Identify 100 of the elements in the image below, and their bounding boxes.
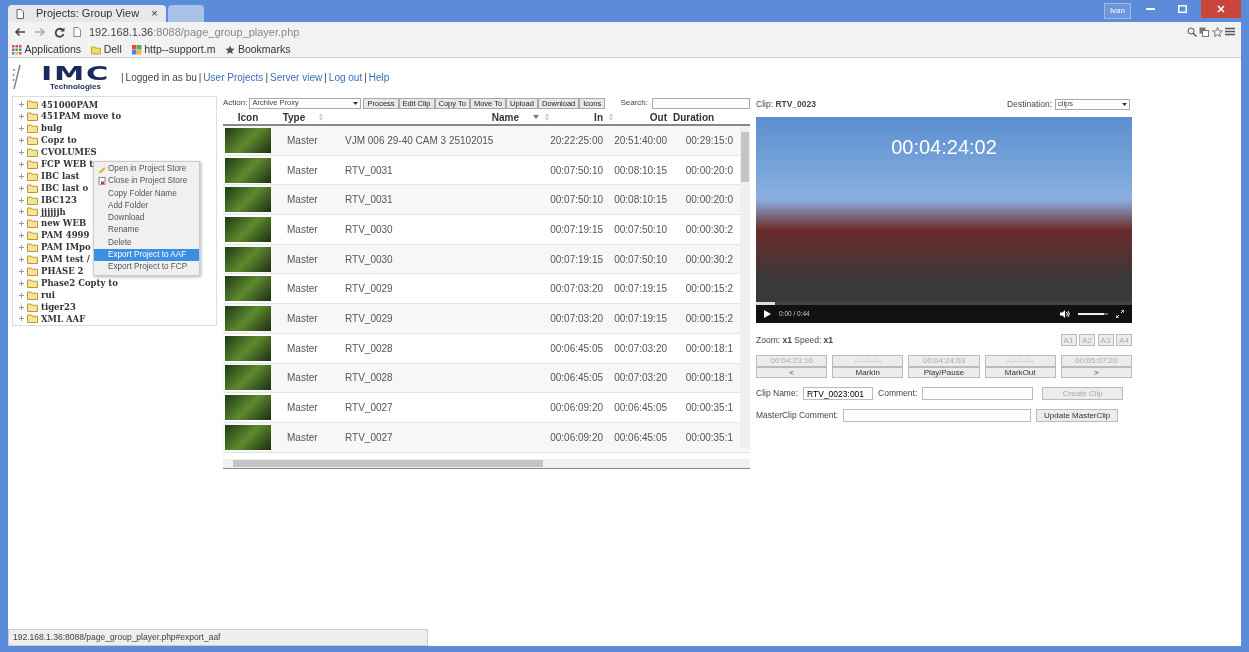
sort-descending-icon[interactable] xyxy=(533,115,539,119)
expand-icon[interactable] xyxy=(19,245,24,251)
column-header[interactable]: Name xyxy=(491,109,519,125)
sort-icon[interactable] xyxy=(319,113,324,121)
header-link[interactable]: Server view xyxy=(270,69,323,85)
header-link[interactable]: Help xyxy=(368,69,390,85)
tree-item[interactable]: bulg xyxy=(41,122,63,136)
column-header[interactable]: Icon xyxy=(237,109,259,125)
video-thumbnail[interactable] xyxy=(225,216,271,242)
menu-item[interactable]: Download xyxy=(94,212,199,225)
zoom-icon[interactable] xyxy=(1186,27,1197,37)
horizontal-scrollbar[interactable] xyxy=(223,459,750,469)
expand-icon[interactable] xyxy=(19,126,24,132)
volume-icon[interactable] xyxy=(1060,310,1070,318)
menu-item[interactable]: Close in Project Store xyxy=(94,175,199,188)
column-header[interactable]: Duration xyxy=(673,109,715,125)
clip-name-field[interactable]: RTV_0023:001 xyxy=(803,387,874,400)
expand-icon[interactable] xyxy=(19,185,24,191)
progress-track[interactable] xyxy=(756,302,1132,305)
column-header[interactable]: Out xyxy=(649,109,667,125)
tree-item[interactable]: IBC last xyxy=(41,169,80,183)
expand-icon[interactable] xyxy=(19,221,24,227)
browser-tab[interactable] xyxy=(167,5,204,22)
column-header[interactable]: Type xyxy=(282,109,306,125)
video-thumbnail[interactable] xyxy=(225,246,271,272)
tree-item[interactable]: rui xyxy=(41,288,55,302)
tree-item[interactable]: IBC123 xyxy=(41,193,77,207)
vertical-scrollbar[interactable] xyxy=(740,126,750,448)
expand-icon[interactable] xyxy=(19,304,24,310)
back-icon[interactable] xyxy=(14,27,26,37)
menu-item[interactable]: Export Project to FCP xyxy=(94,261,199,274)
tree-item[interactable]: PAM IMpo xyxy=(41,241,91,254)
column-header[interactable]: In xyxy=(594,109,603,125)
reload-icon[interactable] xyxy=(54,26,65,38)
close-button[interactable] xyxy=(1201,0,1241,18)
tree-item[interactable]: 451PAM move to xyxy=(41,110,122,124)
tree-item[interactable]: XML AAF xyxy=(41,312,86,326)
video-thumbnail[interactable] xyxy=(225,395,271,421)
bookmark-link[interactable]: http--support.m xyxy=(131,41,216,58)
tree-item[interactable]: tiger23 xyxy=(41,300,76,314)
tree-item[interactable]: Phase2 Copty to xyxy=(41,276,118,290)
header-link[interactable]: Log out xyxy=(328,69,363,85)
sort-icon[interactable] xyxy=(545,113,549,121)
expand-icon[interactable] xyxy=(19,102,24,108)
tree-item[interactable]: jjjjjjh xyxy=(41,205,66,219)
video-thumbnail[interactable] xyxy=(225,276,271,302)
tree-item[interactable]: Copz to xyxy=(41,134,77,147)
expand-icon[interactable] xyxy=(19,114,24,120)
folder-icon xyxy=(27,124,38,134)
expand-icon[interactable] xyxy=(19,150,24,155)
bookmark-link[interactable]: Applications xyxy=(12,41,82,58)
star-icon[interactable] xyxy=(1211,27,1223,37)
tree-item[interactable]: PHASE 2 xyxy=(41,265,84,278)
expand-icon[interactable] xyxy=(19,292,24,298)
browser-tab[interactable]: Projects: Group View × xyxy=(8,5,166,22)
video-thumbnail[interactable] xyxy=(225,187,271,213)
tab-close-icon[interactable]: × xyxy=(151,5,158,22)
expand-icon[interactable] xyxy=(19,268,24,274)
expand-icon[interactable] xyxy=(19,209,24,215)
bookmark-link[interactable]: Dell xyxy=(91,41,122,58)
menu-item[interactable]: Add Folder xyxy=(94,199,199,213)
menu-item[interactable]: Delete xyxy=(94,236,199,250)
header-link[interactable]: User Projects xyxy=(203,69,264,85)
address-url[interactable]: 192.168.1.36:8088/page_group_player.php xyxy=(89,23,300,41)
expand-icon[interactable] xyxy=(19,197,24,203)
tree-item[interactable]: new WEB xyxy=(41,217,87,231)
expand-icon[interactable] xyxy=(19,257,24,262)
tree-item[interactable]: IBC last o xyxy=(41,181,89,195)
tree-item[interactable]: PAM test / xyxy=(41,253,90,266)
video-thumbnail[interactable] xyxy=(225,365,271,391)
video-thumbnail[interactable] xyxy=(225,335,271,361)
tree-item[interactable]: CVOLUMES xyxy=(41,146,97,159)
folder-icon xyxy=(27,112,38,122)
expand-icon[interactable] xyxy=(19,316,24,322)
translate-icon[interactable] xyxy=(1199,27,1209,37)
menu-item[interactable]: Copy Folder Name xyxy=(94,187,199,200)
forward-icon[interactable] xyxy=(34,27,46,37)
expand-icon[interactable] xyxy=(19,173,24,179)
expand-icon[interactable] xyxy=(19,138,24,144)
menu-item[interactable]: Rename xyxy=(94,224,199,237)
tree-item[interactable]: PAM 4999 xyxy=(41,229,90,243)
expand-icon[interactable] xyxy=(19,280,24,286)
sort-icon[interactable] xyxy=(609,113,613,121)
tree-item[interactable]: 451000PAM xyxy=(41,98,99,112)
video-thumbnail[interactable] xyxy=(225,157,271,183)
masterclip-comment-field[interactable] xyxy=(843,409,1032,422)
menu-item[interactable]: Open in Project Store xyxy=(94,163,199,176)
search-field[interactable] xyxy=(652,97,750,109)
bookmark-link[interactable]: Bookmarks xyxy=(225,41,291,58)
video-thumbnail[interactable] xyxy=(225,424,271,450)
update-masterclip-button[interactable]: Update MasterClip xyxy=(1036,409,1119,422)
expand-icon[interactable] xyxy=(19,161,24,167)
play-icon[interactable] xyxy=(764,310,771,318)
video-thumbnail[interactable] xyxy=(225,305,271,331)
tree-item[interactable]: FCP WEB t xyxy=(41,158,94,171)
expand-icon[interactable] xyxy=(19,233,24,239)
menu-icon[interactable] xyxy=(1225,27,1235,36)
video-thumbnail[interactable] xyxy=(225,127,271,153)
fullscreen-icon[interactable] xyxy=(1116,310,1124,318)
comment-field[interactable] xyxy=(922,387,1034,400)
